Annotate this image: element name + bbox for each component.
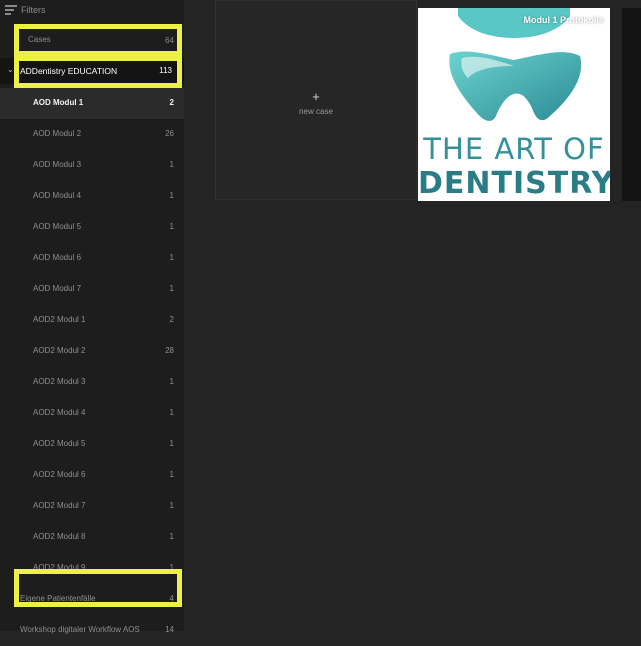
plus-icon: + (312, 89, 320, 104)
filters-label: Filters (21, 5, 46, 15)
sidebar-item-cases[interactable]: Cases 64 (0, 26, 184, 54)
sidebar-item-label: AOD2 Modul 2 (33, 346, 86, 355)
sidebar-item-label: AOD2 Modul 8 (33, 532, 86, 541)
sidebar-item-label: AOD2 Modul 4 (33, 408, 86, 417)
sidebar-group-addentistry-education[interactable]: ⌄ ADDentistry EDUCATION 113 (0, 58, 184, 84)
sidebar-item-module[interactable]: AOD Modul 3 1 (0, 150, 184, 181)
next-card-edge[interactable] (622, 8, 641, 201)
sidebar-item-module[interactable]: AOD2 Modul 3 1 (0, 367, 184, 398)
sidebar-item-module[interactable]: AOD Modul 1 2 (0, 88, 184, 119)
sidebar-item-count: 1 (169, 501, 174, 510)
sidebar-item-count: 1 (169, 563, 174, 572)
sidebar-item-count: 64 (165, 36, 174, 45)
sidebar-item-label: AOD Modul 1 (33, 98, 84, 107)
new-case-label: new case (299, 107, 333, 116)
sidebar-item-count: 1 (169, 160, 174, 169)
sidebar-item-count: 1 (169, 377, 174, 386)
sidebar-item-label: AOD Modul 6 (33, 253, 82, 262)
sidebar-item-label: AOD Modul 2 (33, 129, 82, 138)
sidebar-item-module[interactable]: AOD2 Modul 8 1 (0, 522, 184, 553)
tooth-logo-icon (449, 8, 582, 121)
sidebar-item-label: AOD2 Modul 6 (33, 470, 86, 479)
sidebar-item-count: 1 (169, 191, 174, 200)
sidebar-item-module[interactable]: AOD Modul 7 1 (0, 274, 184, 305)
sidebar-item-label: AOD Modul 7 (33, 284, 82, 293)
sidebar-item-count: 4 (169, 594, 174, 603)
sidebar-item-module[interactable]: AOD2 Modul 9 1 (0, 553, 184, 584)
sidebar-item-module[interactable]: AOD2 Modul 5 1 (0, 429, 184, 460)
sidebar-item-label: Cases (28, 35, 51, 44)
filter-lines-icon (5, 5, 17, 15)
caret-down-icon: ⌄ (7, 65, 14, 74)
sidebar-item-module[interactable]: AOD Modul 6 1 (0, 243, 184, 274)
sidebar-item-module[interactable]: AOD2 Modul 6 1 (0, 460, 184, 491)
sidebar-item-count: 1 (169, 222, 174, 231)
sidebar-item-module[interactable]: AOD Modul 2 26 (0, 119, 184, 150)
sidebar-group-label: ADDentistry EDUCATION (20, 66, 118, 76)
filters-header[interactable]: Filters (0, 0, 184, 22)
sidebar-item-label: AOD2 Modul 7 (33, 501, 86, 510)
sidebar-item-count: 2 (169, 315, 174, 324)
sidebar-item-module[interactable]: AOD2 Modul 4 1 (0, 398, 184, 429)
sidebar-item-label: AOD2 Modul 3 (33, 377, 86, 386)
sidebar-item-module[interactable]: AOD2 Modul 7 1 (0, 491, 184, 522)
sidebar-item-module[interactable]: AOD2 Modul 2 28 (0, 336, 184, 367)
sidebar-item-label: Workshop digitaler Workflow AOS (20, 625, 140, 634)
sidebar-item-module[interactable]: AOD Modul 4 1 (0, 181, 184, 212)
sidebar-item-label: AOD2 Modul 5 (33, 439, 86, 448)
logo-text-line1: THE ART OF (423, 132, 605, 166)
new-case-card[interactable]: + new case (215, 0, 417, 200)
sidebar-item-label: Eigene Patientenfälle (20, 594, 96, 603)
logo-text-line2: DENTISTRY (418, 166, 610, 201)
sidebar-item-module[interactable]: Eigene Patientenfälle 4 (0, 584, 184, 615)
sidebar-item-count: 1 (169, 532, 174, 541)
sidebar-item-label: AOD Modul 4 (33, 191, 82, 200)
sidebar-item-count: 1 (169, 253, 174, 262)
sidebar-item-count: 2 (169, 98, 174, 107)
sidebar-item-count: 1 (169, 408, 174, 417)
case-badge: Modul 1 Protokolle (523, 15, 604, 25)
case-card-modul-1-protokolle[interactable]: Modul 1 Protokolle THE ART OF DENTISTRY (418, 8, 610, 201)
sidebar-item-count: 1 (169, 439, 174, 448)
sidebar-item-label: AOD2 Modul 1 (33, 315, 86, 324)
sidebar-item-count: 1 (169, 470, 174, 479)
sidebar-group-count: 113 (159, 66, 172, 75)
sidebar-item-label: AOD Modul 3 (33, 160, 82, 169)
sidebar-item-label: AOD Modul 5 (33, 222, 82, 231)
sidebar-item-count: 14 (165, 625, 174, 634)
sidebar-item-count: 28 (165, 346, 174, 355)
sidebar-item-count: 1 (169, 284, 174, 293)
sidebar-item-module[interactable]: AOD2 Modul 1 2 (0, 305, 184, 336)
sidebar-item-module[interactable]: AOD Modul 5 1 (0, 212, 184, 243)
sidebar-item-label: AOD2 Modul 9 (33, 563, 86, 572)
sidebar-item-count: 26 (165, 129, 174, 138)
filter-sidebar: Filters Cases 64 ⌄ ADDentistry EDUCATION… (0, 0, 184, 634)
